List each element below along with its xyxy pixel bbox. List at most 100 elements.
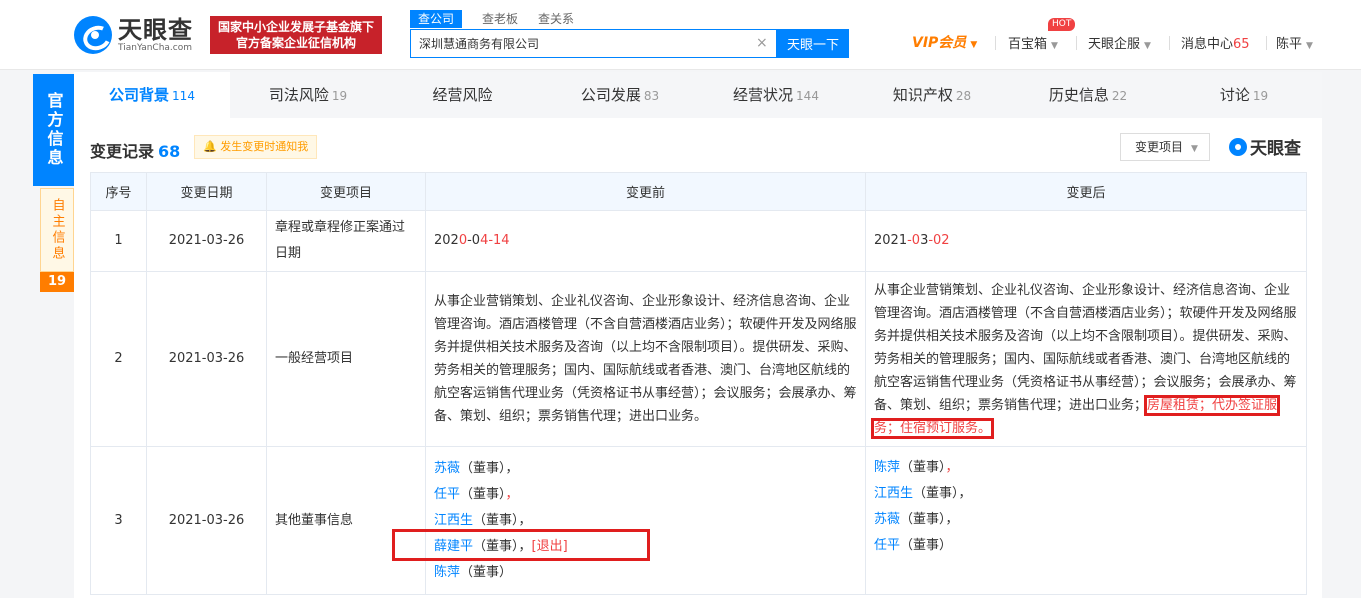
separator: ， bbox=[958, 486, 972, 501]
tab-company-development[interactable]: 公司发展 83 bbox=[542, 72, 698, 118]
enterprise-service-menu[interactable]: 天眼企服 ▼ bbox=[1088, 33, 1151, 52]
message-label: 消息中心 bbox=[1181, 37, 1234, 52]
side-tab-self-info[interactable]: 自主信息 bbox=[40, 188, 74, 272]
cell-before: 从事企业营销策划、企业礼仪咨询、企业形象设计、经济信息咨询、企业管理咨询。酒店酒… bbox=[425, 271, 866, 447]
side-tab-official-info[interactable]: 官方信息 bbox=[33, 74, 74, 186]
director-role: （董事） bbox=[460, 486, 506, 502]
cell-before: 2020-04-14 bbox=[425, 210, 866, 272]
director-link[interactable]: 任平 bbox=[874, 538, 900, 553]
tab-label: 司法风险 bbox=[268, 86, 329, 104]
tianyancha-logo[interactable]: 天眼查 TianYanCha.com bbox=[74, 16, 193, 54]
director-role: （董事） bbox=[460, 460, 506, 476]
filter-label: 变更项目 bbox=[1135, 140, 1184, 154]
director-link[interactable]: 江西生 bbox=[434, 513, 473, 528]
tab-label: 经营风险 bbox=[432, 86, 493, 104]
tab-label: 公司发展 bbox=[580, 86, 641, 104]
search-input[interactable] bbox=[411, 30, 751, 57]
notify-label: 发生变更时通知我 bbox=[220, 140, 309, 153]
text: 202 bbox=[434, 233, 459, 248]
header-item: 变更项目 bbox=[266, 172, 426, 211]
cell-after: 陈萍（董事）， 江西生（董事）， 苏薇（董事）， 任平（董事） bbox=[865, 446, 1307, 595]
tab-operating-risk[interactable]: 经营风险 bbox=[386, 72, 542, 118]
director-link[interactable]: 江西生 bbox=[874, 486, 913, 501]
search-button[interactable]: 天眼一下 bbox=[777, 29, 849, 58]
tab-discussion[interactable]: 讨论 19 bbox=[1166, 72, 1322, 118]
change-record-table: 序号 变更日期 变更项目 变更前 变更后 1 2021-03-26 章程或章程修… bbox=[90, 172, 1307, 595]
brand-text: 天眼查 bbox=[1250, 139, 1301, 159]
message-center-link[interactable]: 消息中心65 bbox=[1181, 33, 1250, 52]
director-link[interactable]: 任平 bbox=[434, 487, 460, 502]
director-role: （董事） bbox=[900, 460, 946, 475]
clear-icon[interactable]: × bbox=[756, 35, 768, 51]
cell-after: 从事企业营销策划、企业礼仪咨询、企业形象设计、经济信息咨询、企业管理咨询。酒店酒… bbox=[865, 271, 1307, 447]
user-menu[interactable]: 陈平 ▼ bbox=[1276, 33, 1313, 52]
enterprise-label: 天眼企服 bbox=[1088, 37, 1141, 52]
tab-intellectual-property[interactable]: 知识产权 28 bbox=[854, 72, 1010, 118]
logo-domain: TianYanCha.com bbox=[118, 42, 193, 53]
section-count: 68 bbox=[158, 142, 181, 161]
text: 2021 bbox=[874, 233, 908, 248]
header-before: 变更前 bbox=[425, 172, 866, 211]
search-tab-boss[interactable]: 查老板 bbox=[482, 10, 518, 28]
logo-text: 天眼查 bbox=[118, 15, 193, 44]
search-tab-relation[interactable]: 查关系 bbox=[538, 10, 574, 28]
cell-date: 2021-03-26 bbox=[146, 271, 267, 447]
message-count: 65 bbox=[1233, 37, 1250, 52]
table-header-row: 序号 变更日期 变更项目 变更前 变更后 bbox=[90, 172, 1307, 211]
director-link[interactable]: 陈萍 bbox=[874, 460, 900, 475]
main-card: 公司背景 114 司法风险 19 经营风险 公司发展 83 经营状况 144 知识产权 2… bbox=[74, 72, 1322, 598]
director-role: （董事） bbox=[913, 486, 959, 501]
changed-text: ， bbox=[945, 460, 959, 475]
director-link[interactable]: 陈萍 bbox=[434, 565, 460, 580]
tab-label: 经营状况 bbox=[733, 86, 794, 104]
category-tabs: 公司背景 114 司法风险 19 经营风险 公司发展 83 经营状况 144 知识产权 2… bbox=[74, 72, 1322, 118]
tab-count: 28 bbox=[955, 89, 972, 103]
table-row: 2 2021-03-26 一般经营项目 从事企业营销策划、企业礼仪咨询、企业形象… bbox=[90, 271, 1307, 447]
top-header: 天眼查 TianYanCha.com 国家中小企业发展子基金旗下 官方备案企业征… bbox=[0, 0, 1361, 70]
promo-line-1: 国家中小企业发展子基金旗下 bbox=[217, 20, 374, 34]
promo-banner[interactable]: 国家中小企业发展子基金旗下 官方备案企业征信机构 bbox=[210, 16, 382, 54]
header-date: 变更日期 bbox=[146, 172, 267, 211]
cell-item: 一般经营项目 bbox=[266, 271, 426, 447]
text: 从事企业营销策划、企业礼仪咨询、企业形象设计、经济信息咨询、企业管理咨询。酒店酒… bbox=[874, 282, 1297, 413]
cell-before: 苏薇（董事）， 任平（董事）， 江西生（董事）， 薛建平（董事），[退出] 陈萍… bbox=[425, 446, 866, 595]
treasure-label: 百宝箱 bbox=[1008, 37, 1048, 52]
director-link[interactable]: 苏薇 bbox=[434, 461, 460, 476]
tab-label: 知识产权 bbox=[892, 86, 953, 104]
changed-text: ， bbox=[505, 486, 519, 502]
tab-operating-status[interactable]: 经营状况 144 bbox=[698, 72, 854, 118]
director-entry: 任平（董事）， bbox=[434, 482, 857, 508]
separator: ， bbox=[505, 460, 519, 476]
user-name: 陈平 bbox=[1276, 37, 1303, 52]
director-entry: 江西生（董事）， bbox=[874, 481, 1298, 507]
director-role: （董事） bbox=[900, 512, 946, 527]
highlight-box bbox=[392, 529, 650, 561]
separator: ， bbox=[945, 512, 959, 527]
chevron-down-icon: ▼ bbox=[1144, 41, 1151, 51]
notify-on-change-button[interactable]: 🔔 发生变更时通知我 bbox=[194, 135, 318, 159]
logo-eye-icon bbox=[1229, 137, 1247, 156]
chevron-down-icon: ▼ bbox=[970, 40, 978, 50]
treasure-box-menu[interactable]: 百宝箱 ▼ bbox=[1008, 33, 1058, 52]
vip-member-link[interactable]: VIP会员 ▼ bbox=[912, 32, 977, 52]
tab-history-info[interactable]: 历史信息 22 bbox=[1010, 72, 1166, 118]
vip-label: VIP会员 bbox=[912, 35, 967, 51]
section-title-text: 变更记录 bbox=[90, 142, 155, 161]
director-entry: 任平（董事） bbox=[874, 533, 1298, 559]
tab-judicial-risk[interactable]: 司法风险 19 bbox=[230, 72, 386, 118]
change-item-filter[interactable]: 变更项目 ▼ bbox=[1120, 133, 1210, 161]
bell-icon: 🔔 bbox=[203, 140, 217, 153]
section-title: 变更记录 68 bbox=[90, 138, 180, 162]
cell-no: 1 bbox=[90, 210, 147, 272]
chevron-down-icon: ▼ bbox=[1051, 41, 1058, 51]
cell-no: 2 bbox=[90, 271, 147, 447]
text: -0 bbox=[467, 233, 481, 248]
director-entry: 陈萍（董事）， bbox=[874, 455, 1298, 481]
tab-count: 83 bbox=[643, 89, 660, 103]
changed-text: 4-14 bbox=[480, 233, 510, 248]
tab-company-background[interactable]: 公司背景 114 bbox=[74, 72, 230, 118]
search-tab-company[interactable]: 查公司 bbox=[410, 10, 463, 28]
director-link[interactable]: 苏薇 bbox=[874, 512, 900, 527]
chevron-down-icon: ▼ bbox=[1306, 41, 1313, 51]
tab-count: 144 bbox=[796, 89, 819, 103]
